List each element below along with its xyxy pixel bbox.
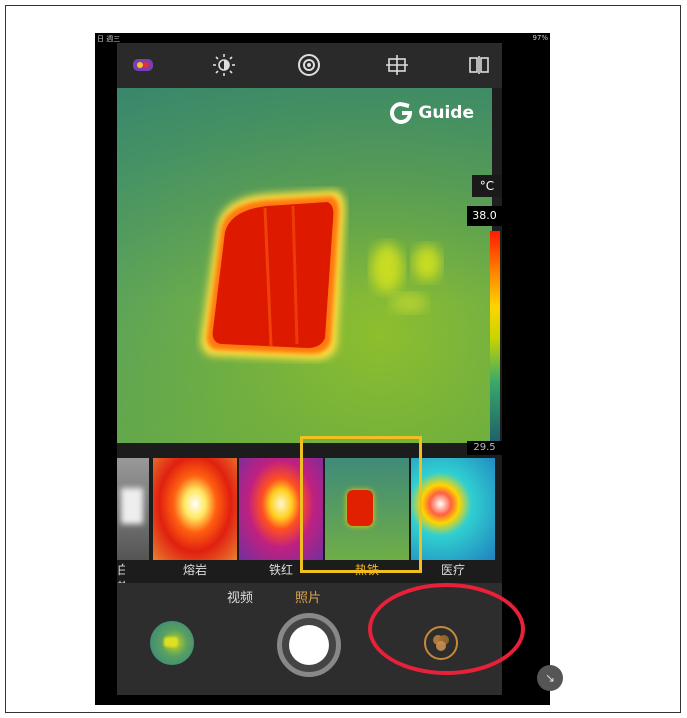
hot-object bbox=[200, 190, 346, 360]
palette-label-iron-red: 铁红 bbox=[268, 563, 293, 577]
palette-label-lava: 熔岩 bbox=[182, 563, 207, 577]
palette-label-hot-iron: 热铁 bbox=[354, 563, 379, 577]
brightness-icon[interactable] bbox=[212, 53, 236, 77]
guide-brand-text: Guide bbox=[418, 103, 474, 123]
guide-logo: Guide bbox=[390, 102, 474, 124]
shutter-inner bbox=[289, 625, 329, 665]
palette-selector: 白热 熔岩 铁红 热铁 医疗 bbox=[117, 436, 502, 594]
temperature-colorbar bbox=[490, 231, 500, 446]
palette-icon[interactable] bbox=[131, 53, 155, 77]
palette-thumb-medical[interactable] bbox=[411, 458, 495, 560]
battery-level: 97% bbox=[532, 34, 548, 42]
palette-label-medical: 医疗 bbox=[440, 563, 465, 577]
warm-residue bbox=[371, 243, 441, 313]
expand-corner-icon[interactable]: ↘ bbox=[537, 665, 563, 691]
shutter-button[interactable] bbox=[277, 613, 341, 677]
mode-video[interactable]: 视频 bbox=[227, 587, 253, 606]
min-temperature: 29.5 bbox=[467, 441, 502, 455]
mode-photo[interactable]: 照片 bbox=[295, 587, 321, 606]
temperature-unit: °C bbox=[472, 175, 502, 197]
crosshair-icon[interactable] bbox=[385, 53, 409, 77]
palette-thumb-lava[interactable] bbox=[153, 458, 237, 560]
palette-thumb-white-hot[interactable] bbox=[117, 458, 149, 560]
mirror-icon[interactable] bbox=[467, 53, 491, 77]
gallery-thumbnail-button[interactable] bbox=[150, 621, 194, 665]
top-toolbar bbox=[117, 43, 502, 88]
max-temperature: 38.0 bbox=[467, 206, 502, 226]
thermal-viewfinder[interactable]: Guide bbox=[117, 88, 492, 443]
camera-lens-icon[interactable] bbox=[297, 53, 321, 77]
selected-palette-highlight bbox=[300, 436, 422, 573]
annotation-circle bbox=[368, 583, 525, 675]
status-bar: 日 週三 97% bbox=[95, 33, 550, 43]
guide-logo-icon bbox=[390, 102, 413, 124]
